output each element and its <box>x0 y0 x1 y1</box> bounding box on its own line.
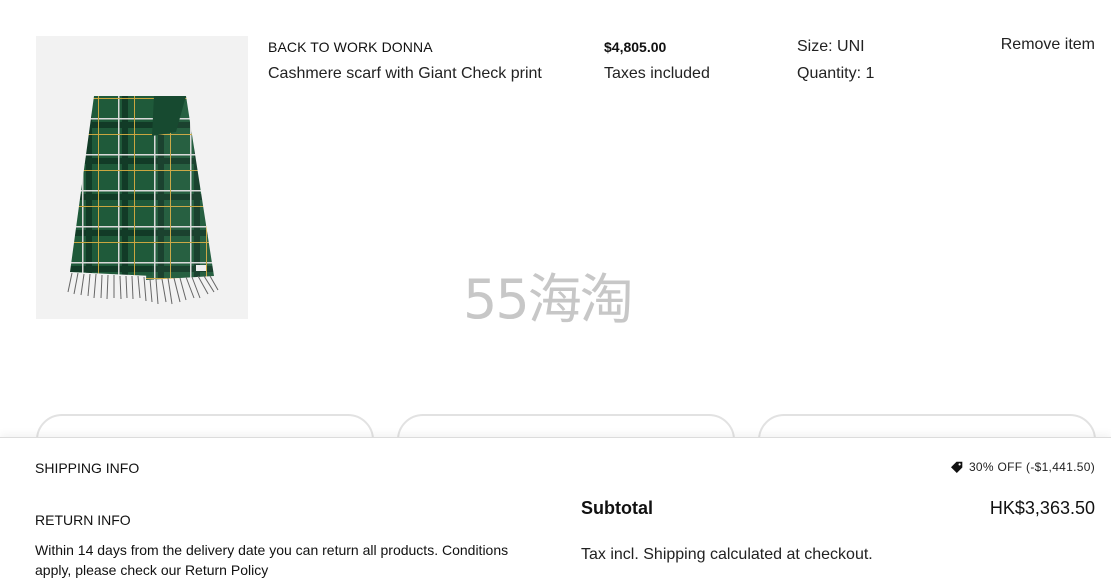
shipping-info-link[interactable]: SHIPPING INFO <box>35 460 139 476</box>
taxes-note: Taxes included <box>604 65 710 82</box>
return-info-link[interactable]: RETURN INFO <box>35 512 131 528</box>
subtotal-label: Subtotal <box>581 498 653 518</box>
discount-badge: 30% OFF (-$1,441.50) <box>950 460 1095 474</box>
subtotal-value: HK$3,363.50 <box>989 498 1095 518</box>
discount-text: 30% OFF (-$1,441.50) <box>968 460 1095 474</box>
tag-icon <box>950 461 963 473</box>
remove-item-button[interactable]: Remove item <box>1001 36 1095 54</box>
product-name[interactable]: Cashmere scarf with Giant Check print <box>268 65 542 83</box>
product-image[interactable] <box>36 36 248 319</box>
cart-summary-panel: SHIPPING INFO RETURN INFO Within 14 days… <box>0 437 1111 583</box>
scarf-illustration <box>67 96 219 305</box>
watermark: 55海淘 <box>463 268 634 331</box>
product-quantity: Quantity: 1 <box>797 65 875 82</box>
return-policy-text: Within 14 days from the delivery date yo… <box>35 542 509 578</box>
tax-shipping-note: Tax incl. Shipping calculated at checkou… <box>581 546 873 563</box>
product-brand: BACK TO WORK DONNA <box>268 39 433 55</box>
product-size: Size: UNI <box>797 38 865 55</box>
product-price: $4,805.00 <box>604 39 667 55</box>
